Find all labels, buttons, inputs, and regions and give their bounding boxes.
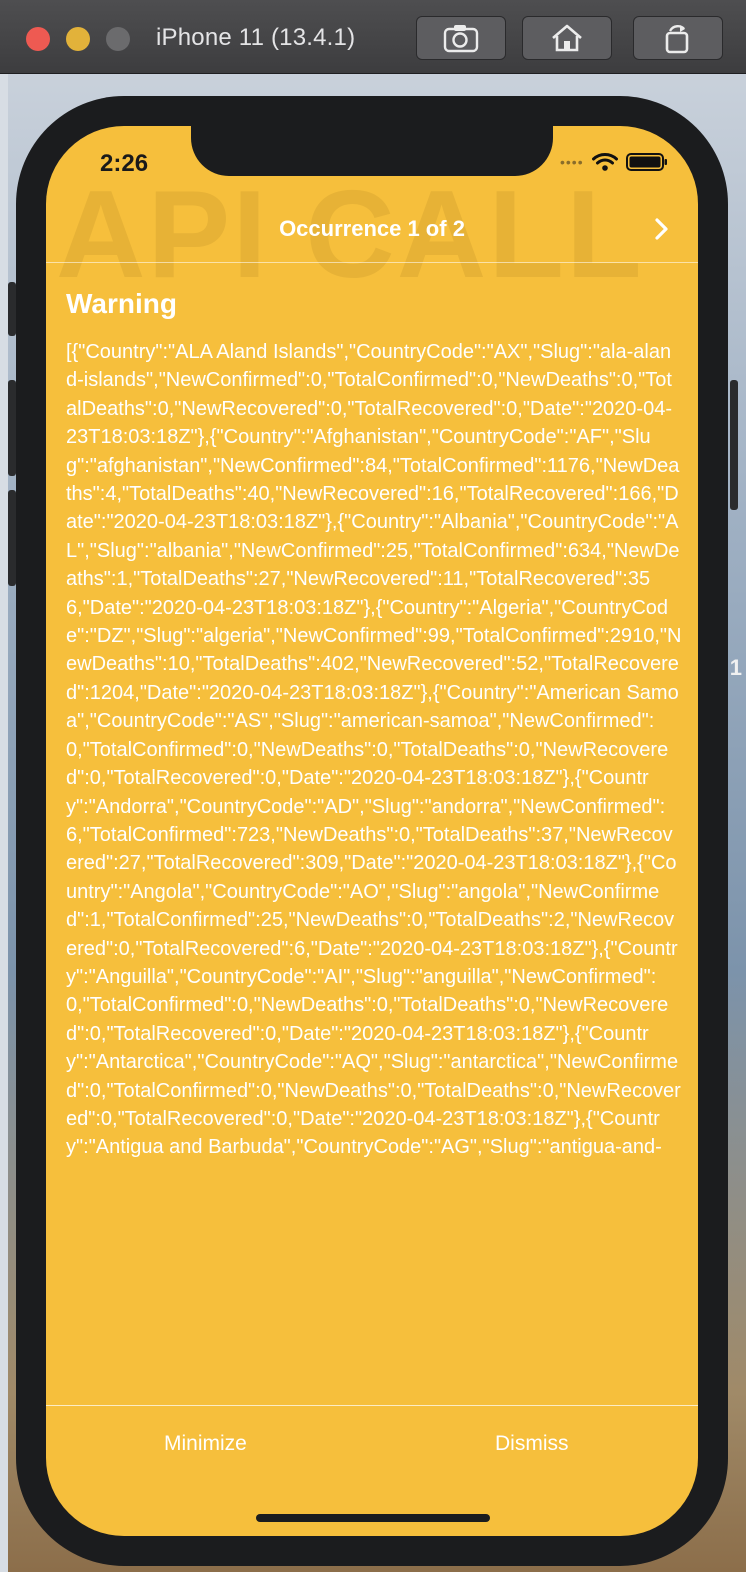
cellular-icon: •••• (560, 154, 584, 170)
wifi-icon (591, 153, 618, 171)
screenshot-icon (443, 25, 479, 53)
status-icons: •••• (560, 152, 668, 172)
home-indicator[interactable] (256, 1514, 490, 1522)
warning-message[interactable]: [{"Country":"ALA Aland Islands","Country… (66, 338, 682, 1406)
volume-up-button (8, 380, 16, 476)
background-window-text: 1 (729, 655, 742, 680)
screenshot-button[interactable] (416, 16, 506, 60)
device-screen: API CALL 2:26 •••• Occurrence 1 of 2 War… (46, 126, 698, 1536)
status-time: 2:26 (100, 150, 149, 177)
home-icon (552, 24, 582, 52)
header-divider (46, 262, 698, 263)
simulator-titlebar: iPhone 11 (13.4.1) (0, 0, 746, 74)
chevron-right-icon (655, 218, 668, 240)
mute-switch (8, 282, 16, 336)
home-button[interactable] (522, 16, 612, 60)
rotate-button[interactable] (633, 16, 723, 60)
minimize-button[interactable]: Minimize (164, 1432, 247, 1456)
warning-heading: Warning (66, 288, 177, 319)
occurrence-title: Occurrence 1 of 2 (279, 216, 465, 241)
power-button (730, 380, 738, 510)
close-window-button[interactable] (26, 27, 50, 51)
footer-divider (46, 1405, 698, 1406)
battery-icon (625, 153, 667, 171)
volume-down-button (8, 490, 16, 586)
rotate-icon (665, 25, 689, 54)
window-title: iPhone 11 (13.4.1) (156, 24, 356, 51)
next-occurrence-button[interactable] (652, 216, 672, 247)
dismiss-button[interactable]: Dismiss (495, 1432, 569, 1456)
notch (191, 126, 553, 176)
zoom-window-button[interactable] (106, 27, 130, 51)
minimize-window-button[interactable] (66, 27, 90, 51)
